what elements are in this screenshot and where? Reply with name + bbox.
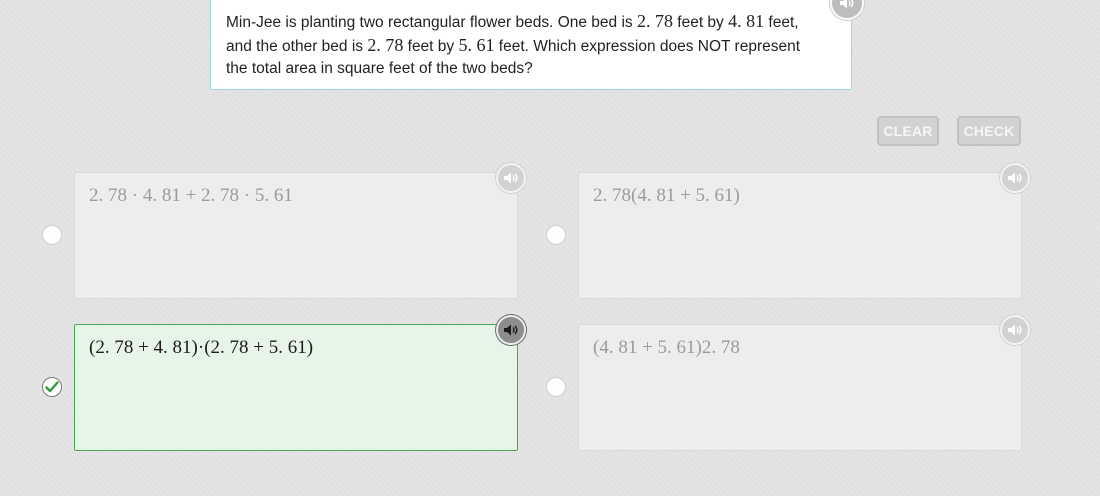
question-line: and the other bed is 2. 78 feet by 5. 61…	[226, 34, 837, 58]
speaker-icon	[504, 324, 518, 336]
question-text: feet by	[403, 38, 459, 55]
choice-radio-2[interactable]	[546, 225, 566, 245]
question-line: the total area in square feet of the two…	[226, 58, 837, 80]
choice-audio-button-1[interactable]	[496, 163, 526, 193]
choice-audio-button-3[interactable]	[496, 315, 526, 345]
question-text: feet. Which expression does NOT represen…	[494, 38, 801, 55]
question-text: feet by	[672, 14, 729, 31]
answer-choice-2[interactable]: 2. 78(4. 81 + 5. 61)	[578, 172, 1022, 299]
question-text: the total area in square feet of the two…	[226, 60, 533, 77]
choice-radio-3[interactable]	[42, 377, 62, 397]
question-math: 2. 78	[367, 35, 404, 55]
choice-audio-button-4[interactable]	[1000, 315, 1030, 345]
checkmark-icon	[45, 381, 59, 393]
check-button[interactable]: CHECK	[957, 116, 1021, 146]
answer-choice-4[interactable]: (4. 81 + 5. 61)2. 78	[578, 324, 1022, 451]
answer-choice-3[interactable]: (2. 78 + 4. 81)·(2. 78 + 5. 61)	[74, 324, 518, 451]
question-math: 2. 78	[636, 11, 673, 31]
choice-radio-1[interactable]	[42, 225, 62, 245]
choice-audio-button-2[interactable]	[1000, 163, 1030, 193]
speaker-icon	[504, 172, 518, 184]
question-prompt: Min-Jee is planting two rectangular flow…	[210, 0, 852, 90]
question-text: feet,	[764, 14, 799, 31]
choice-radio-4[interactable]	[546, 377, 566, 397]
question-text: and the other bed is	[226, 38, 368, 55]
choice-expression: 2. 78 · 4. 81 + 2. 78 · 5. 61	[89, 185, 293, 206]
answer-choice-1[interactable]: 2. 78 · 4. 81 + 2. 78 · 5. 61	[74, 172, 518, 299]
question-math: 4. 81	[728, 11, 765, 31]
choice-expression: (4. 81 + 5. 61)2. 78	[593, 337, 740, 358]
question-math: 5. 61	[458, 35, 495, 55]
speaker-icon	[1008, 324, 1022, 336]
choice-expression: 2. 78(4. 81 + 5. 61)	[593, 185, 740, 206]
question-text: Min-Jee is planting two rectangular flow…	[226, 14, 637, 31]
question-line: Min-Jee is planting two rectangular flow…	[226, 10, 837, 34]
speaker-icon	[840, 0, 854, 9]
speaker-icon	[1008, 172, 1022, 184]
choice-expression: (2. 78 + 4. 81)·(2. 78 + 5. 61)	[89, 337, 314, 358]
clear-button[interactable]: CLEAR	[877, 116, 939, 146]
